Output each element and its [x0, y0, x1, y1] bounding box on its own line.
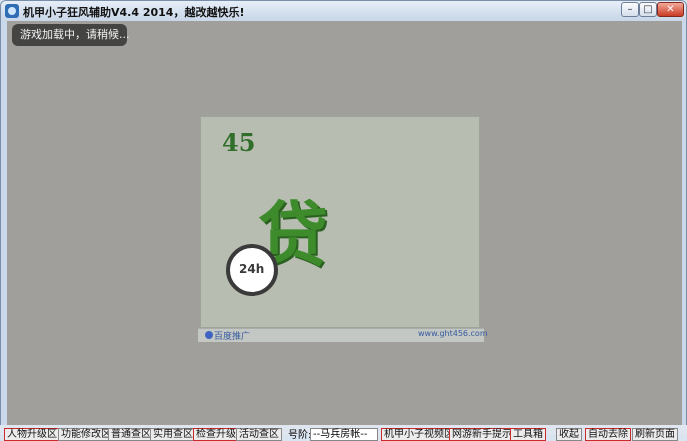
window-title: 机甲小子狂风辅助V4.4 2014，越改越快乐! [23, 6, 245, 19]
ad-logo: 45 [222, 128, 256, 157]
account-label: 号阶: [288, 430, 312, 441]
minimize-button[interactable]: – [621, 2, 639, 17]
maximize-button[interactable]: □ [639, 2, 657, 17]
app-icon [5, 4, 19, 18]
loading-toast: 游戏加载中，请稍候... [12, 24, 130, 46]
ad-source-label[interactable]: 百度推广 [214, 329, 250, 342]
title-bar[interactable]: 机甲小子狂风辅助V4.4 2014，越改越快乐! – □ ✕ [1, 1, 686, 21]
ad-url[interactable]: www.ght456.com [418, 329, 488, 338]
close-button[interactable]: ✕ [657, 2, 684, 17]
clock-label: 24h [239, 262, 265, 276]
paw-icon [205, 331, 213, 339]
